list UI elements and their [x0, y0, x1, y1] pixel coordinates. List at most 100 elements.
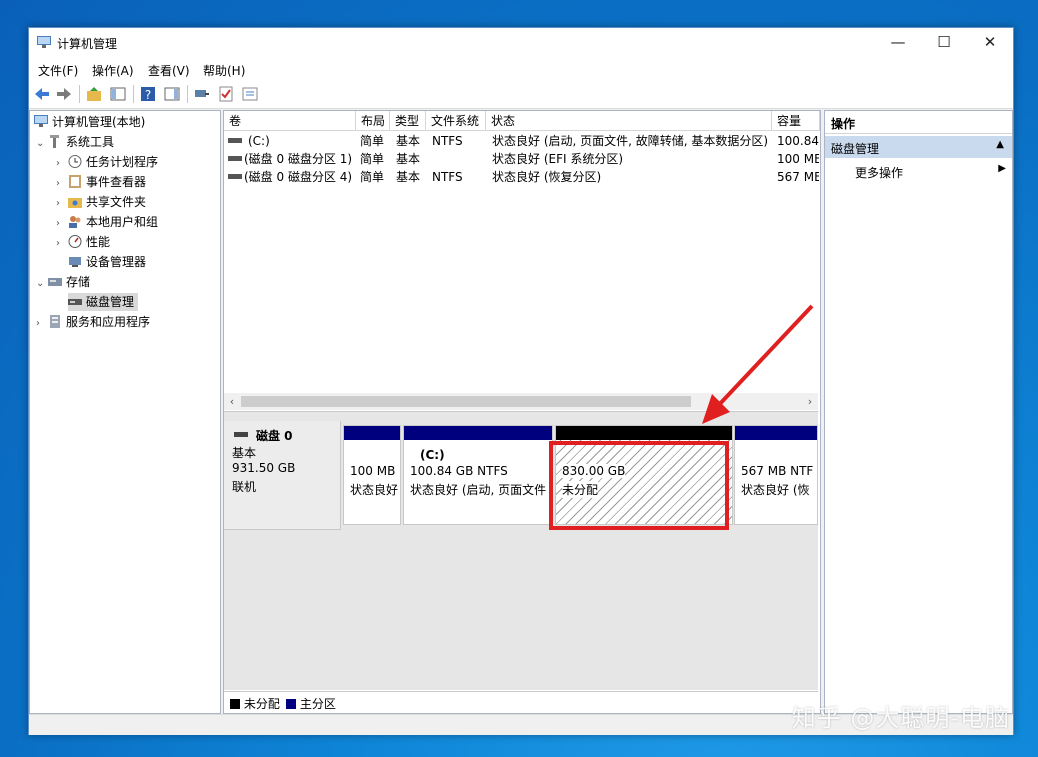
- chevron-right-icon[interactable]: ›: [36, 315, 48, 333]
- tree-item-disk-management[interactable]: 磁盘管理: [68, 293, 139, 311]
- close-button[interactable]: ✕: [967, 28, 1013, 58]
- drive-icon: [228, 156, 242, 161]
- tree-item-root[interactable]: 计算机管理(本地): [34, 113, 145, 131]
- forward-icon[interactable]: [55, 85, 73, 103]
- tree-item-storage[interactable]: ⌄ 存储: [36, 273, 90, 291]
- actions-section-label: 磁盘管理: [831, 142, 880, 156]
- partition-size: 567 MB NTF: [741, 464, 814, 478]
- chevron-right-icon[interactable]: ›: [56, 235, 68, 253]
- tree-label-disk-management: 磁盘管理: [86, 295, 135, 309]
- chevron-down-icon[interactable]: ⌄: [36, 275, 48, 293]
- col-header-volume[interactable]: 卷: [224, 111, 356, 131]
- chevron-right-icon[interactable]: ›: [56, 175, 68, 193]
- tree-label-task-scheduler: 任务计划程序: [86, 155, 159, 169]
- actions-pane: 操作 磁盘管理 ▲ 更多操作 ▶: [824, 110, 1013, 714]
- scroll-thumb[interactable]: [241, 396, 691, 407]
- computer-management-icon: [37, 36, 51, 48]
- disk-type: 基本: [232, 446, 257, 460]
- actions-title: 操作: [831, 117, 856, 131]
- menu-bar: 文件(F) 操作(A) 查看(V) 帮助(H): [29, 58, 1013, 80]
- volume-layout: 简单: [360, 152, 385, 166]
- volume-name: (磁盘 0 磁盘分区 4): [244, 170, 353, 184]
- back-icon[interactable]: [33, 85, 51, 103]
- scroll-left-icon[interactable]: ‹: [224, 393, 240, 410]
- tree-label-event-viewer: 事件查看器: [86, 175, 147, 189]
- volume-filesystem: [432, 150, 484, 168]
- disk-icon: [234, 432, 248, 437]
- maximize-button[interactable]: ☐: [921, 28, 967, 58]
- actions-section-disk-management[interactable]: 磁盘管理 ▲: [825, 136, 1012, 158]
- disk-state: 联机: [232, 480, 257, 494]
- services-icon: [50, 315, 60, 328]
- volume-status: 状态良好 (启动, 页面文件, 故障转储, 基本数据分区): [492, 134, 769, 148]
- clock-icon: [68, 155, 82, 168]
- submenu-right-icon[interactable]: ▶: [998, 163, 1006, 174]
- users-icon: [69, 216, 81, 228]
- actions-more-label: 更多操作: [855, 166, 904, 180]
- tree-label-device-manager: 设备管理器: [86, 255, 147, 269]
- tree-label-system-tools: 系统工具: [66, 135, 115, 149]
- title-bar: 计算机管理 — ☐ ✕: [29, 28, 1013, 58]
- device-manager-icon: [69, 257, 81, 267]
- tree-label-local-users: 本地用户和组: [86, 215, 159, 229]
- tree-item-local-users[interactable]: › 本地用户和组: [56, 213, 158, 231]
- legend-primary: 主分区: [286, 695, 336, 712]
- col-header-capacity[interactable]: 容量: [772, 111, 820, 131]
- svg-text:?: ?: [145, 88, 151, 102]
- tree-item-performance[interactable]: › 性能: [56, 233, 110, 251]
- chevron-right-icon[interactable]: ›: [56, 155, 68, 173]
- tree-item-shared-folders[interactable]: › 共享文件夹: [56, 193, 146, 211]
- chevron-right-icon[interactable]: ›: [56, 195, 68, 213]
- show-hide-action-icon[interactable]: [163, 85, 181, 103]
- tree-item-system-tools[interactable]: ⌄ 系统工具: [36, 133, 114, 151]
- shared-folder-icon: [68, 198, 82, 208]
- tree-label-performance: 性能: [86, 235, 111, 249]
- col-header-filesystem[interactable]: 文件系统: [426, 111, 486, 131]
- partition-status: 状态良好: [350, 483, 399, 497]
- chevron-right-icon[interactable]: ›: [56, 215, 68, 233]
- col-header-layout[interactable]: 布局: [356, 111, 390, 131]
- disk-size: 931.50 GB: [232, 461, 296, 475]
- disk-name: 磁盘 0: [256, 429, 293, 443]
- minimize-button[interactable]: —: [875, 28, 921, 58]
- partition-title: (C:): [420, 448, 445, 462]
- chevron-down-icon[interactable]: ⌄: [36, 135, 48, 153]
- partition-recovery[interactable]: 567 MB NTF 状态良好 (恢: [734, 425, 818, 525]
- tree-item-event-viewer[interactable]: › 事件查看器: [56, 173, 146, 191]
- tree-item-task-scheduler[interactable]: › 任务计划程序: [56, 153, 158, 171]
- partition-c[interactable]: (C:) 100.84 GB NTFS 状态良好 (启动, 页面文件: [403, 425, 553, 525]
- disk-management-icon: [68, 299, 82, 305]
- volume-name: (磁盘 0 磁盘分区 1): [244, 152, 353, 166]
- tree-item-device-manager[interactable]: 设备管理器: [68, 253, 146, 271]
- menu-view[interactable]: 查看(V): [148, 62, 190, 79]
- volume-filesystem: NTFS: [432, 134, 463, 148]
- partition-efi[interactable]: 100 MB 状态良好: [343, 425, 401, 525]
- check-icon[interactable]: [217, 85, 235, 103]
- actions-header: 操作: [825, 111, 1012, 134]
- computer-management-window: 计算机管理 — ☐ ✕ 文件(F) 操作(A) 查看(V) 帮助(H) ? 计算…: [28, 27, 1014, 735]
- volume-filesystem: NTFS: [432, 170, 463, 184]
- help-icon[interactable]: ?: [139, 85, 157, 103]
- menu-file[interactable]: 文件(F): [38, 62, 78, 79]
- up-folder-icon[interactable]: [85, 85, 103, 103]
- disk-0-info[interactable]: 磁盘 0 基本 931.50 GB 联机: [224, 421, 341, 530]
- primary-swatch: [286, 699, 296, 709]
- window-title: 计算机管理: [57, 37, 118, 51]
- col-header-type[interactable]: 类型: [390, 111, 426, 131]
- legend: 未分配 主分区: [224, 691, 818, 712]
- storage-icon: [48, 278, 62, 286]
- volume-capacity: 567 ME: [777, 170, 819, 184]
- tree-label-storage: 存储: [66, 275, 91, 289]
- properties-icon[interactable]: [241, 85, 259, 103]
- computer-management-icon: [34, 115, 48, 127]
- red-arrow-icon: [702, 304, 814, 424]
- actions-more[interactable]: 更多操作 ▶: [825, 160, 1012, 182]
- collapse-up-icon[interactable]: ▲: [996, 139, 1004, 150]
- toolbar: ?: [29, 80, 1013, 109]
- connect-icon[interactable]: [193, 85, 211, 103]
- show-hide-tree-icon[interactable]: [109, 85, 127, 103]
- tree-item-services-apps[interactable]: › 服务和应用程序: [36, 313, 150, 331]
- menu-action[interactable]: 操作(A): [92, 62, 134, 79]
- menu-help[interactable]: 帮助(H): [203, 62, 245, 79]
- col-header-status[interactable]: 状态: [486, 111, 772, 131]
